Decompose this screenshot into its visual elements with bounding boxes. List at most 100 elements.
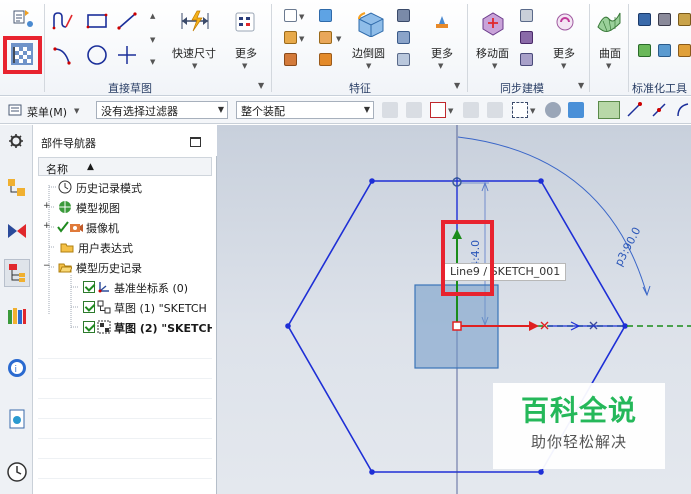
csys-origin-icon[interactable] bbox=[452, 321, 462, 331]
edge-blend-label[interactable]: 边倒圆 bbox=[352, 45, 385, 61]
snap-dropdown-icon[interactable]: ▼ bbox=[448, 107, 453, 115]
replace-face-icon[interactable] bbox=[520, 53, 533, 66]
snap-curve-icon[interactable] bbox=[675, 102, 691, 118]
group-feature-arrow[interactable]: ▼ bbox=[454, 81, 460, 90]
name-column-header[interactable]: 名称 ▲ bbox=[38, 157, 212, 176]
constraint-navigator-icon[interactable] bbox=[6, 220, 28, 242]
reuse-library-icon[interactable] bbox=[6, 305, 28, 327]
more-sync-dropdown-icon[interactable]: ▼ bbox=[561, 62, 566, 70]
arc-icon[interactable] bbox=[50, 42, 76, 68]
snap-midpoint-icon[interactable] bbox=[651, 102, 667, 118]
datum-plane-icon[interactable] bbox=[284, 9, 297, 22]
graphics-window[interactable]: p3:90.0 p4:4.0 Line9 / SKETCH_001 百科全说 助… bbox=[217, 125, 691, 494]
profile-icon[interactable] bbox=[50, 10, 76, 32]
trim-body-icon[interactable] bbox=[397, 53, 410, 66]
pull-face-icon[interactable] bbox=[520, 9, 533, 22]
tree-item-history-mode[interactable]: 历史记录模式 bbox=[38, 177, 212, 197]
visibility-checkbox[interactable] bbox=[83, 321, 95, 333]
sketch-task-icon[interactable] bbox=[10, 6, 36, 32]
general-select-icon[interactable] bbox=[406, 102, 422, 118]
assembly-scope-select[interactable]: 整个装配 ▼ bbox=[236, 101, 374, 119]
shell-icon[interactable] bbox=[319, 31, 332, 44]
menu-button[interactable]: 菜单(M) bbox=[27, 104, 67, 120]
tree-item-sketch-2[interactable]: 草图 (2) "SKETCH bbox=[38, 317, 212, 337]
more-feature-icon[interactable] bbox=[430, 10, 454, 34]
rectangle-select-icon[interactable] bbox=[512, 102, 528, 118]
extrude-icon[interactable] bbox=[284, 31, 297, 44]
unite-icon[interactable] bbox=[319, 9, 332, 22]
more-feature-dropdown-icon[interactable]: ▼ bbox=[438, 62, 443, 70]
tree-item-user-expressions[interactable]: 用户表达式 bbox=[38, 237, 212, 257]
expand-icon[interactable]: + bbox=[43, 222, 51, 231]
surface-icon[interactable] bbox=[594, 8, 624, 38]
rectangle-icon[interactable] bbox=[84, 10, 110, 32]
circle-icon[interactable] bbox=[84, 42, 110, 68]
vertex-point[interactable] bbox=[369, 469, 375, 475]
part-navigator-icon[interactable] bbox=[4, 259, 30, 287]
tree-item-datum-csys[interactable]: 基准坐标系 (0) bbox=[38, 277, 212, 297]
gallery-up-icon[interactable]: ▲ bbox=[150, 12, 155, 20]
mold-icon[interactable] bbox=[658, 44, 671, 57]
gallery-down-icon[interactable]: ▼ bbox=[150, 36, 155, 44]
datum-dropdown-icon[interactable]: ▼ bbox=[299, 13, 304, 21]
gear-icon[interactable] bbox=[7, 132, 25, 150]
web-browser-icon[interactable] bbox=[6, 408, 28, 430]
move-face-label[interactable]: 移动面 bbox=[476, 45, 509, 61]
hole-icon[interactable] bbox=[284, 53, 297, 66]
visibility-checkbox[interactable] bbox=[83, 301, 95, 313]
more-sync-icon[interactable] bbox=[553, 10, 577, 34]
type-filter-select[interactable]: 没有选择过滤器 ▼ bbox=[96, 101, 228, 119]
snap-endpoint-icon[interactable] bbox=[626, 102, 642, 118]
quick-dimension-icon[interactable] bbox=[178, 8, 212, 34]
gallery-expand-icon[interactable]: ▼ bbox=[150, 58, 155, 66]
tree-item-model-history[interactable]: − 模型历史记录 bbox=[38, 257, 212, 277]
tree-item-model-views[interactable]: + 模型视图 bbox=[38, 197, 212, 217]
vertex-point[interactable] bbox=[538, 469, 544, 475]
offset-region-icon[interactable] bbox=[520, 31, 533, 44]
weld-icon[interactable] bbox=[638, 44, 651, 57]
selection-intent-icon[interactable] bbox=[487, 102, 503, 118]
spring-icon[interactable] bbox=[658, 13, 671, 26]
vertex-point[interactable] bbox=[369, 178, 375, 184]
more-feature-label[interactable]: 更多 bbox=[431, 45, 453, 61]
quick-dimension-label[interactable]: 快速尺寸 bbox=[172, 45, 216, 61]
fastener-icon[interactable] bbox=[638, 13, 651, 26]
quick-dimension-dropdown-icon[interactable]: ▼ bbox=[192, 62, 197, 70]
gear-icon[interactable] bbox=[678, 13, 691, 26]
draft-icon[interactable] bbox=[397, 31, 410, 44]
group-direct-sketch-arrow[interactable]: ▼ bbox=[258, 81, 264, 90]
collapse-icon[interactable]: − bbox=[43, 262, 51, 271]
tree-item-sketch-1[interactable]: 草图 (1) "SKETCH bbox=[38, 297, 212, 317]
snap-point-icon[interactable] bbox=[430, 102, 446, 118]
line-icon[interactable] bbox=[114, 10, 140, 32]
vertex-point[interactable] bbox=[538, 178, 544, 184]
maximize-icon[interactable] bbox=[190, 137, 201, 147]
view-orient-icon[interactable] bbox=[545, 102, 561, 118]
standard-part-icon[interactable] bbox=[678, 44, 691, 57]
tree-item-cameras[interactable]: + 摄像机 bbox=[38, 217, 212, 237]
more-sketch-dropdown-icon[interactable]: ▼ bbox=[242, 62, 247, 70]
history-clock-icon[interactable] bbox=[6, 461, 28, 483]
surface-label[interactable]: 曲面 bbox=[599, 45, 621, 61]
angle-dimension-label[interactable]: p3:90.0 bbox=[612, 225, 643, 268]
move-face-icon[interactable] bbox=[478, 8, 508, 38]
menu-dropdown-icon[interactable]: ▼ bbox=[74, 107, 79, 115]
render-style-icon[interactable] bbox=[568, 102, 584, 118]
select-feature-icon[interactable] bbox=[382, 102, 398, 118]
group-sync-arrow[interactable]: ▼ bbox=[578, 81, 584, 90]
move-face-dropdown-icon[interactable]: ▼ bbox=[492, 62, 497, 70]
pattern-icon[interactable] bbox=[319, 53, 332, 66]
more-sketch-icon[interactable] bbox=[233, 10, 257, 34]
vertex-point[interactable] bbox=[285, 323, 291, 329]
snap-grid-icon[interactable] bbox=[598, 101, 620, 119]
more-sketch-label[interactable]: 更多 bbox=[235, 45, 257, 61]
visibility-checkbox[interactable] bbox=[83, 281, 95, 293]
surface-dropdown-icon[interactable]: ▼ bbox=[606, 62, 611, 70]
rect-select-dropdown-icon[interactable]: ▼ bbox=[530, 107, 535, 115]
menu-icon[interactable] bbox=[7, 102, 23, 118]
extrude-dropdown-icon[interactable]: ▼ bbox=[299, 35, 304, 43]
assembly-navigator-icon[interactable] bbox=[6, 177, 28, 199]
quick-pick-icon[interactable] bbox=[463, 102, 479, 118]
chamfer-icon[interactable] bbox=[397, 9, 410, 22]
edge-blend-icon[interactable] bbox=[354, 8, 386, 38]
